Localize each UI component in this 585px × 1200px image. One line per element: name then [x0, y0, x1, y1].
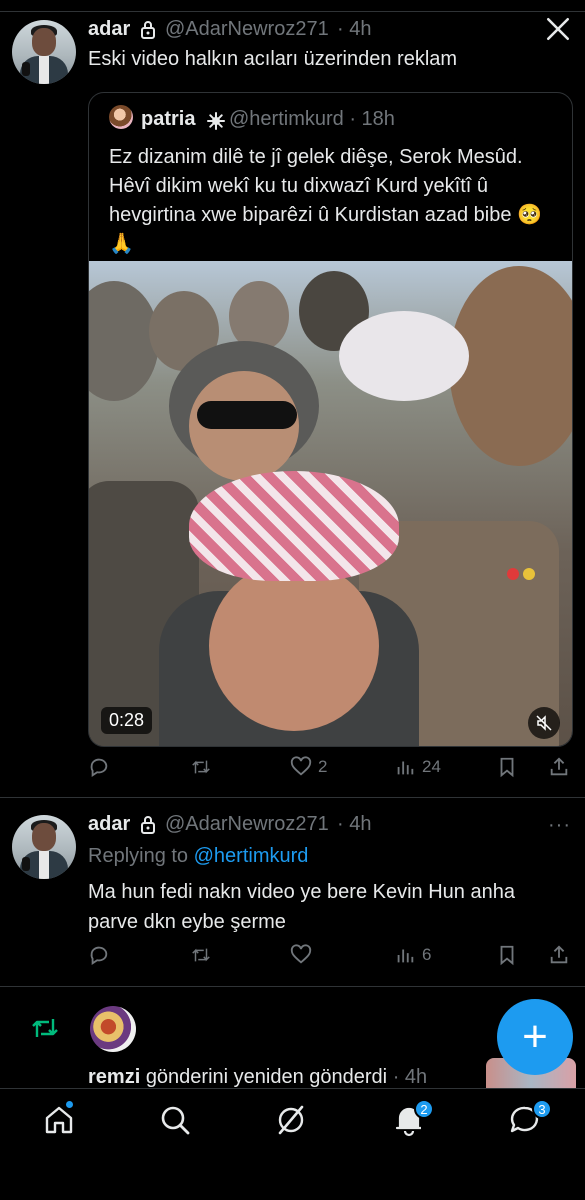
views-button[interactable]: 6 — [394, 944, 431, 966]
repost-notification-text: remzi gönderini yeniden gönderdi · 4h — [88, 1066, 427, 1089]
tweet-actions: 2 24 — [88, 756, 573, 786]
reply-icon — [90, 758, 108, 777]
quote-avatar — [109, 105, 133, 129]
quote-author-name: patria — [141, 108, 196, 130]
bookmark-icon — [500, 945, 514, 966]
retweet-icon — [192, 760, 210, 774]
nav-messages[interactable]: 3 — [508, 1099, 552, 1139]
avatar[interactable] — [12, 815, 76, 879]
messages-badge: 3 — [532, 1099, 552, 1119]
search-icon — [161, 1106, 190, 1135]
tweet-time[interactable]: · 4h — [337, 813, 371, 836]
quoted-tweet[interactable]: patria @hertimkurd · 18h Ez dizanim dilê… — [88, 92, 573, 747]
mute-button[interactable] — [528, 707, 560, 739]
tweet-time[interactable]: · 4h — [337, 18, 371, 41]
x-logo-icon[interactable] — [545, 16, 571, 42]
like-icon — [290, 944, 312, 964]
top-divider — [0, 0, 585, 12]
video-player[interactable]: 0:28 — [89, 261, 572, 746]
tweet-actions: 6 — [88, 944, 573, 974]
views-icon — [397, 949, 414, 963]
divider — [0, 986, 585, 987]
author-name[interactable]: adar — [88, 18, 130, 41]
like-button[interactable] — [290, 944, 312, 966]
home-unread-dot — [66, 1101, 73, 1108]
like-button[interactable]: 2 — [290, 756, 327, 778]
bookmark-button[interactable] — [496, 944, 518, 966]
reply-button[interactable] — [88, 756, 110, 778]
home-icon — [45, 1106, 73, 1134]
bookmark-icon — [500, 757, 514, 778]
author-handle[interactable]: @AdarNewroz271 — [165, 18, 329, 41]
author-name[interactable]: adar — [88, 813, 130, 836]
replying-to-link[interactable]: @hertimkurd — [194, 845, 309, 867]
views-icon — [397, 761, 414, 775]
verified-badge-icon — [207, 112, 225, 130]
replying-prefix: Replying to — [88, 845, 194, 867]
like-count: 2 — [318, 757, 328, 776]
notifications-badge: 2 — [414, 1099, 434, 1119]
divider — [0, 797, 585, 798]
quote-author-handle: @hertimkurd · 18h — [229, 108, 395, 130]
share-button[interactable] — [548, 944, 570, 966]
share-button[interactable] — [548, 756, 570, 778]
repost-action: gönderini yeniden gönderdi — [145, 1066, 388, 1088]
author-handle[interactable]: @AdarNewroz271 — [165, 813, 329, 836]
views-button[interactable]: 24 — [394, 756, 441, 778]
repost-user[interactable]: remzi — [88, 1066, 140, 1088]
like-icon — [290, 756, 312, 776]
avatar[interactable] — [12, 20, 76, 84]
quote-text: Ez dizanim dilê te jî gelek diêşe, Serok… — [109, 146, 542, 255]
compose-icon: + — [522, 1012, 548, 1061]
lock-icon — [141, 21, 155, 39]
lock-icon — [141, 816, 155, 834]
views-count: 24 — [422, 757, 441, 776]
tweet-text: Eski video halkın acıları üzerinden rekl… — [88, 48, 458, 70]
nav-search[interactable] — [158, 1103, 194, 1139]
repost-time: · 4h — [392, 1066, 428, 1088]
retweet-icon — [32, 1019, 58, 1037]
nav-notifications[interactable]: 2 — [392, 1099, 434, 1139]
replying-to: Replying to @hertimkurd — [88, 842, 308, 870]
reply-button[interactable] — [88, 944, 110, 966]
nav-grok[interactable] — [274, 1103, 310, 1139]
retweet-icon — [192, 948, 210, 962]
bookmark-button[interactable] — [496, 756, 518, 778]
share-icon — [550, 945, 568, 964]
views-count: 6 — [422, 945, 432, 964]
more-options-icon[interactable]: ··· — [548, 814, 571, 837]
grok-icon — [278, 1105, 304, 1135]
sticker — [507, 567, 535, 583]
nav-home[interactable] — [42, 1101, 78, 1139]
share-icon — [550, 757, 568, 776]
retweet-button[interactable] — [190, 944, 212, 966]
bottom-navigation: 2 3 — [0, 1088, 585, 1200]
tweet-text: Ma hun fedi nakn video ye bere Kevin Hun… — [88, 881, 515, 933]
avatar[interactable] — [90, 1006, 136, 1052]
reply-icon — [90, 946, 108, 965]
compose-button[interactable]: + — [497, 999, 573, 1075]
video-duration: 0:28 — [101, 707, 153, 734]
retweet-button[interactable] — [190, 756, 212, 778]
mute-icon — [536, 715, 552, 731]
